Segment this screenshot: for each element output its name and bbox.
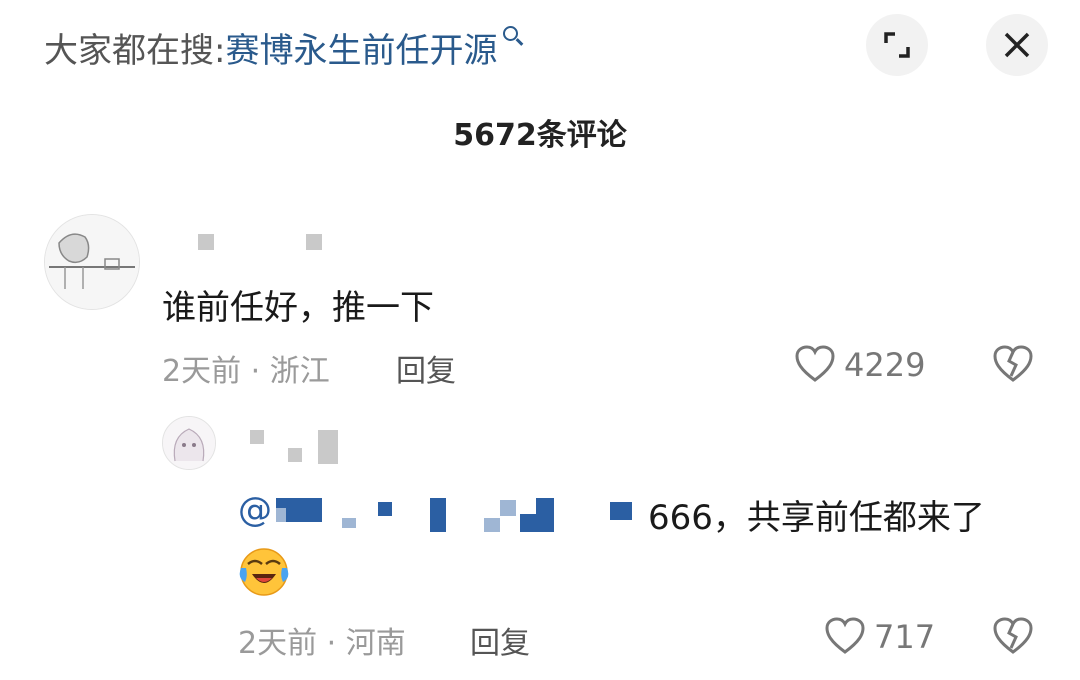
avatar[interactable] [44, 214, 140, 310]
like-button[interactable] [794, 344, 836, 388]
mention-redacted [276, 508, 286, 522]
reply-text: 666，共享前任都来了 [648, 498, 985, 538]
username-redacted [250, 430, 264, 444]
comment-location: 河南 [345, 626, 406, 661]
expand-icon [884, 32, 910, 58]
search-term-link[interactable]: 赛博永生前任开源 [225, 23, 497, 72]
comment-time: 2天前 [238, 626, 318, 661]
mention-redacted [378, 502, 392, 516]
mention-redacted [342, 518, 356, 528]
dislike-button[interactable] [992, 616, 1034, 660]
broken-heart-icon [993, 345, 1033, 382]
reply-button[interactable]: 回复 [396, 346, 456, 390]
mention-prefix[interactable]: @ [238, 490, 272, 530]
username-redacted [288, 448, 302, 462]
meta-separator: · [250, 354, 261, 389]
reply-button[interactable]: 回复 [470, 618, 530, 662]
avatar-image [163, 417, 215, 469]
comment-count-title: 5672条评论 [453, 118, 627, 153]
dislike-button[interactable] [992, 344, 1034, 388]
close-icon [1004, 32, 1030, 58]
meta-separator: · [326, 626, 337, 661]
mention-redacted [536, 498, 554, 532]
mention-redacted [520, 514, 536, 532]
avatar-image [45, 215, 139, 309]
comment-location: 浙江 [269, 354, 330, 389]
mention-redacted [430, 498, 446, 532]
expand-button[interactable] [866, 14, 928, 76]
comment-meta: 2天前 · 浙江 [162, 346, 330, 390]
username-redacted [306, 234, 322, 250]
search-icon [503, 25, 519, 41]
like-button[interactable] [824, 616, 866, 660]
avatar[interactable] [162, 416, 216, 470]
search-prefix: 大家都在搜: [44, 30, 226, 71]
username-redacted [198, 234, 214, 250]
mention-redacted [610, 502, 632, 520]
username-redacted [318, 430, 338, 464]
search-suggestion[interactable]: 大家都在搜: 赛博永生前任开源 [44, 22, 519, 72]
like-count: 4229 [844, 346, 926, 384]
mention-redacted [484, 518, 500, 532]
comment-time: 2天前 [162, 354, 242, 389]
mention-redacted [500, 500, 516, 516]
like-count: 717 [874, 618, 936, 656]
close-button[interactable] [986, 14, 1048, 76]
comment-meta: 2天前 · 河南 [238, 618, 406, 662]
heart-icon [825, 617, 865, 654]
laughing-crying-emoji [239, 548, 289, 596]
broken-heart-icon [993, 617, 1033, 654]
comment-text: 谁前任好，推一下 [162, 288, 434, 328]
heart-icon [795, 345, 835, 382]
